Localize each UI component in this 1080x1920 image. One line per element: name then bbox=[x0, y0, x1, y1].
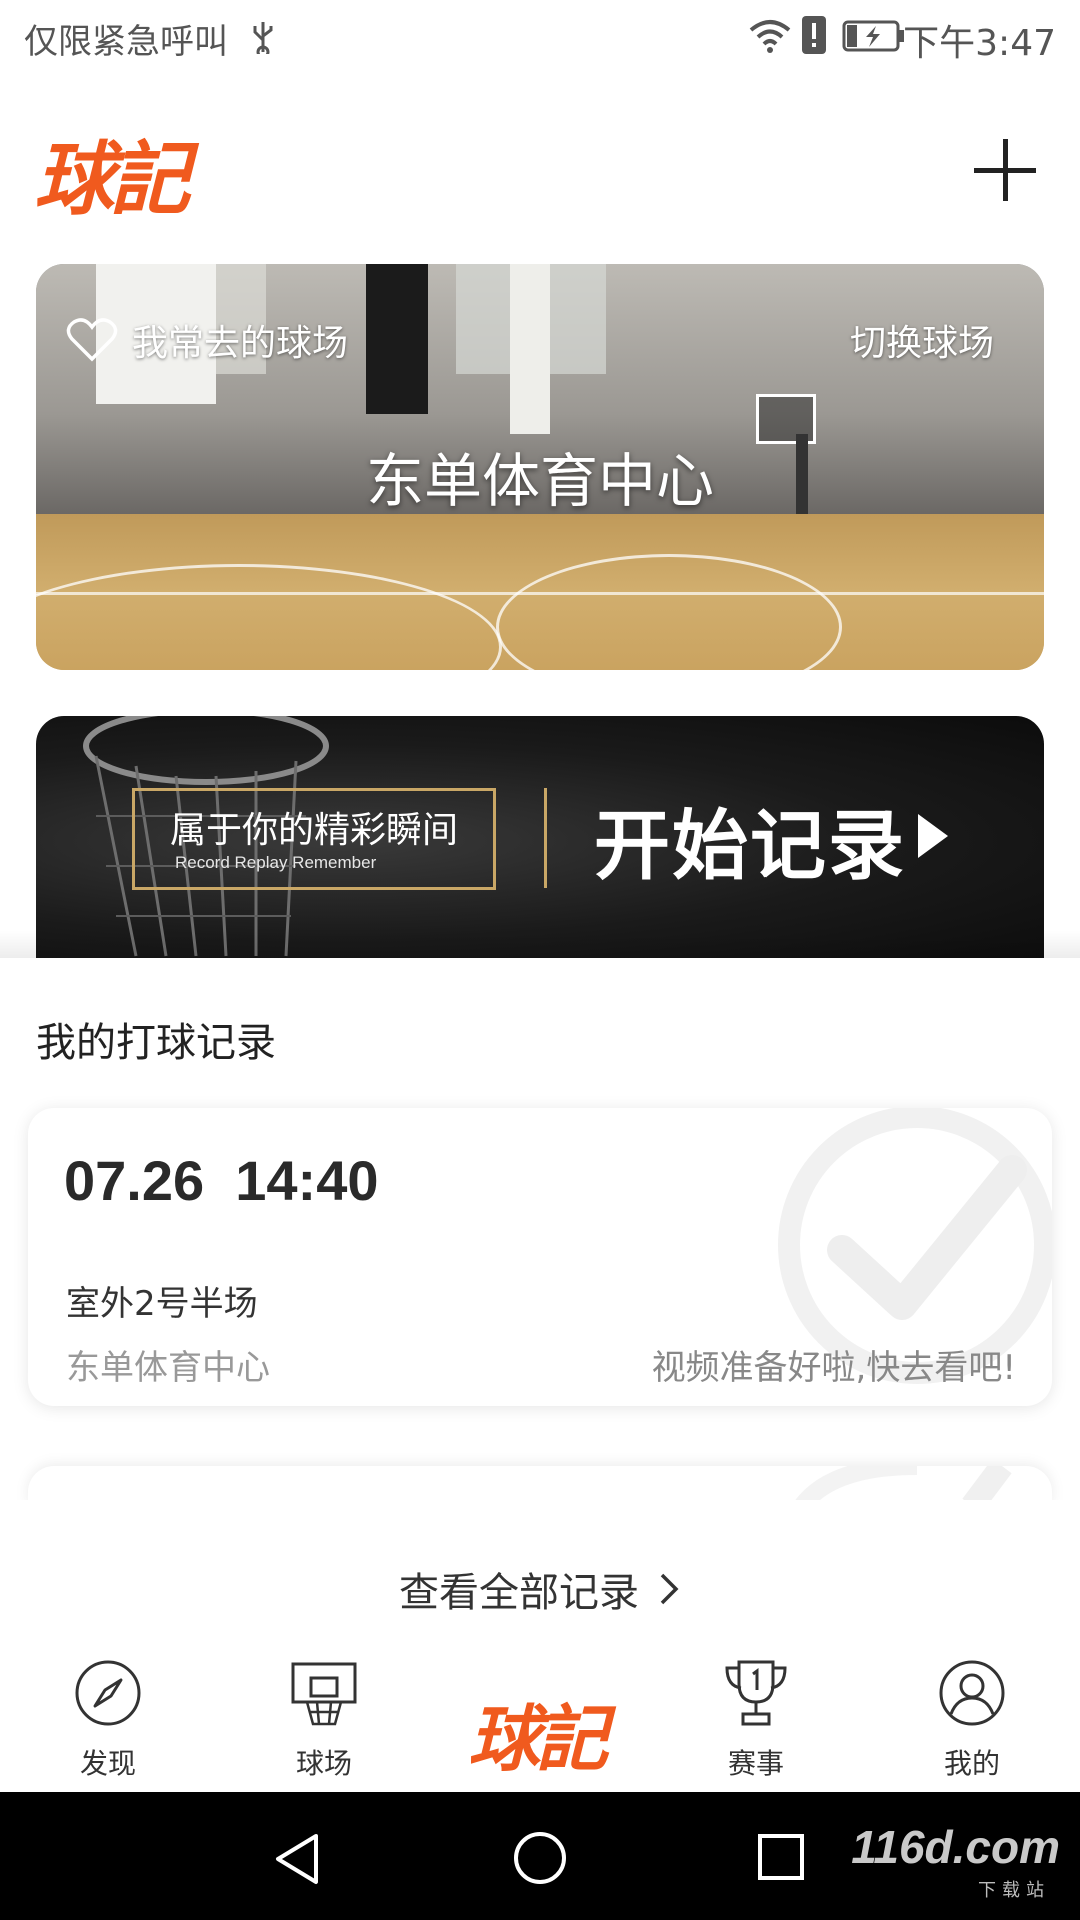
status-carrier-text: 仅限紧急呼叫 bbox=[24, 22, 228, 62]
wifi-icon bbox=[749, 20, 791, 53]
tab-courts[interactable]: 球场 bbox=[244, 1658, 404, 1782]
tagline-title: 属于你的精彩瞬间 bbox=[169, 810, 458, 851]
tagline-subtitle: Record Replay Remember bbox=[175, 853, 377, 872]
trophy-icon bbox=[725, 1660, 787, 1726]
bottom-tab-bar: 发现 球场 球記 赛事 我的 bbox=[0, 1640, 1080, 1790]
favorite-court-label[interactable]: 我常去的球场 bbox=[66, 314, 348, 366]
chevron-right-icon bbox=[660, 1573, 679, 1605]
tab-events-label: 赛事 bbox=[727, 1747, 784, 1780]
records-section-title: 我的打球记录 bbox=[36, 1020, 276, 1066]
usb-icon bbox=[253, 22, 273, 54]
record-status: 视频准备好啦,快去看吧! bbox=[651, 1348, 1016, 1388]
watermark-logo: 116d.com bbox=[851, 1821, 1060, 1873]
court-name: 东单体育中心 bbox=[365, 447, 714, 515]
record-datetime: 07.26 14:40 bbox=[64, 1148, 379, 1213]
app-logo: 球記 bbox=[34, 133, 190, 226]
switch-court-button[interactable]: 切换球场 bbox=[850, 314, 994, 366]
user-icon bbox=[939, 1660, 1005, 1726]
back-icon[interactable] bbox=[272, 1832, 322, 1886]
record-court: 室外2号半场 bbox=[66, 1284, 258, 1324]
battery-icon bbox=[842, 20, 904, 52]
tab-discover[interactable]: 发现 bbox=[28, 1658, 188, 1782]
record-date: 07.26 bbox=[64, 1149, 205, 1212]
court-floor-line bbox=[36, 592, 1044, 595]
record-venue: 东单体育中心 bbox=[66, 1348, 270, 1388]
tab-home-logo[interactable]: 球記 bbox=[468, 1680, 608, 1785]
tab-courts-label: 球场 bbox=[295, 1747, 352, 1780]
play-arrow-icon bbox=[918, 814, 948, 858]
status-bar: 仅限紧急呼叫 下午3:47 bbox=[0, 0, 1080, 75]
start-record-banner[interactable]: 属于你的精彩瞬间 Record Replay Remember 开始记录 bbox=[36, 716, 1044, 966]
home-icon[interactable] bbox=[512, 1830, 568, 1886]
tab-events[interactable]: 赛事 bbox=[676, 1658, 836, 1782]
basketball-hoop-icon bbox=[291, 1662, 357, 1726]
tab-profile-label: 我的 bbox=[943, 1747, 1000, 1780]
court-window bbox=[546, 264, 606, 374]
recents-icon[interactable] bbox=[756, 1832, 806, 1882]
court-banner bbox=[366, 264, 428, 414]
court-banner bbox=[510, 264, 550, 434]
plus-icon[interactable] bbox=[960, 125, 1050, 215]
status-time: 下午3:47 bbox=[903, 23, 1056, 64]
app-header: 球記 bbox=[0, 75, 1080, 250]
sheet-shadow bbox=[0, 930, 1080, 960]
heart-icon bbox=[66, 318, 118, 362]
watermark-sub: 下载站 bbox=[978, 1880, 1050, 1901]
record-time: 14:40 bbox=[235, 1149, 379, 1212]
list-fade bbox=[0, 1500, 1080, 1560]
tab-profile[interactable]: 我的 bbox=[892, 1658, 1052, 1782]
sim-alert-icon bbox=[802, 16, 826, 54]
favorite-court-text: 我常去的球场 bbox=[132, 323, 349, 364]
tab-discover-label: 发现 bbox=[79, 1747, 136, 1780]
start-record-label: 开始记录 bbox=[594, 801, 906, 890]
banner-divider bbox=[544, 788, 547, 888]
view-all-records-link[interactable]: 查看全部记录 bbox=[0, 1560, 1080, 1618]
tagline-box: 属于你的精彩瞬间 Record Replay Remember bbox=[132, 788, 496, 890]
compass-icon bbox=[75, 1660, 141, 1726]
record-card[interactable]: 07.26 14:40 室外2号半场 东单体育中心 视频准备好啦,快去看吧! bbox=[28, 1108, 1052, 1406]
court-card[interactable]: 我常去的球场 切换球场 东单体育中心 bbox=[36, 264, 1044, 670]
view-all-label: 查看全部记录 bbox=[399, 1570, 639, 1616]
